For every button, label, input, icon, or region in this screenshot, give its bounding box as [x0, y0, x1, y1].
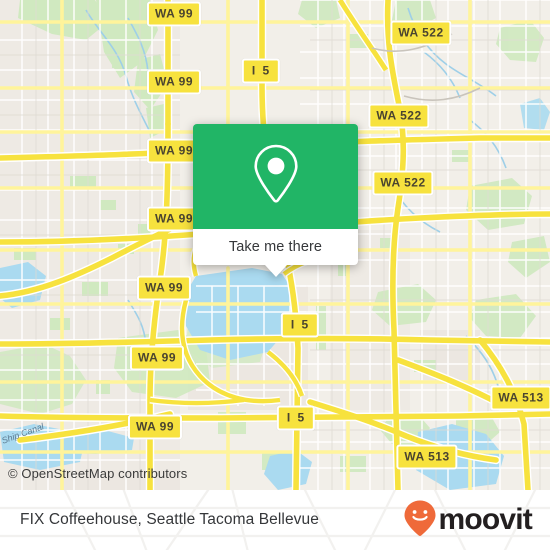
shield-wa99-2[interactable]: WA 99: [146, 69, 202, 95]
moovit-map-screen: Ship Canal WA 99 WA 99 WA 99 WA 99 WA 99…: [0, 0, 550, 550]
osm-attribution[interactable]: © OpenStreetMap contributors: [8, 466, 187, 481]
shield-wa99-6[interactable]: WA 99: [129, 345, 185, 371]
shield-wa99-1[interactable]: WA 99: [146, 1, 202, 27]
shield-i5-2[interactable]: I 5: [280, 312, 320, 338]
moovit-pin-logo-icon: [403, 499, 437, 542]
footer-bar: FIX Coffeehouse, Seattle Tacoma Bellevue…: [0, 490, 550, 550]
shield-wa99-5[interactable]: WA 99: [136, 275, 192, 301]
shield-wa522-3[interactable]: WA 522: [372, 170, 434, 196]
moovit-logo[interactable]: moovit: [403, 499, 533, 542]
moovit-wordmark: moovit: [438, 503, 532, 536]
shield-i5-1[interactable]: I 5: [241, 58, 281, 84]
take-me-there-label: Take me there: [228, 239, 323, 255]
callout-tail: [264, 265, 287, 277]
shield-i5-3[interactable]: I 5: [276, 405, 316, 431]
shield-wa99-7[interactable]: WA 99: [127, 414, 183, 440]
location-callout-card[interactable]: Take me there: [193, 124, 358, 277]
shield-wa513-1[interactable]: WA 513: [490, 385, 550, 411]
place-name-label: FIX Coffeehouse, Seattle Tacoma Bellevue: [20, 511, 319, 528]
shield-wa522-2[interactable]: WA 522: [368, 103, 430, 129]
location-pin-icon: [250, 143, 302, 210]
map-canvas[interactable]: Ship Canal WA 99 WA 99 WA 99 WA 99 WA 99…: [0, 0, 550, 490]
shield-wa513-2[interactable]: WA 513: [396, 444, 458, 470]
shield-wa522-1[interactable]: WA 522: [390, 20, 452, 46]
callout-pin-area: [193, 124, 358, 229]
callout-action-area[interactable]: Take me there: [193, 229, 358, 277]
